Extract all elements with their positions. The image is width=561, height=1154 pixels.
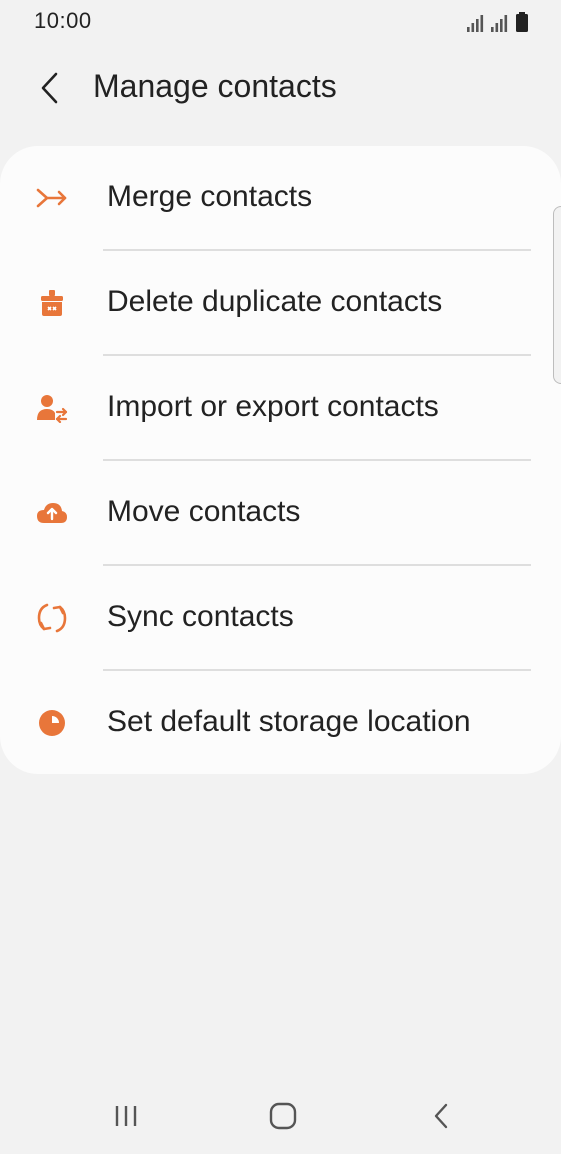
nav-back-button[interactable] (411, 1094, 471, 1138)
menu-item-label: Set default storage location (107, 705, 471, 738)
back-arrow-icon (41, 72, 58, 104)
navigation-bar (0, 1080, 561, 1154)
app-header: Manage contacts (0, 54, 561, 122)
signal-icon (491, 15, 508, 32)
menu-item-set-default-storage-location[interactable]: Set default storage location (0, 671, 561, 776)
battery-icon (516, 12, 528, 32)
delete-duplicates-icon (34, 287, 70, 319)
recents-button[interactable] (96, 1094, 156, 1138)
sync-icon (34, 602, 70, 634)
status-time: 10:00 (34, 8, 92, 33)
cloud-upload-icon (34, 497, 70, 529)
menu-item-label: Merge contacts (107, 180, 313, 213)
status-icons (467, 10, 529, 32)
menu-item-label: Import or export contacts (107, 390, 439, 423)
menu-item-sync-contacts[interactable]: Sync contacts (0, 566, 561, 671)
home-icon (269, 1102, 297, 1130)
scrollbar[interactable] (553, 206, 561, 384)
import-export-icon (34, 392, 70, 424)
menu-item-label: Delete duplicate contacts (107, 285, 443, 318)
menu-item-merge-contacts[interactable]: Merge contacts (0, 146, 561, 251)
merge-icon (34, 182, 70, 214)
menu-item-import-export-contacts[interactable]: Import or export contacts (0, 356, 561, 461)
menu-item-label: Move contacts (107, 495, 301, 528)
storage-pie-icon (34, 707, 70, 739)
back-button[interactable] (28, 66, 72, 110)
status-bar: 10:00 (0, 0, 561, 42)
menu-item-move-contacts[interactable]: Move contacts (0, 461, 561, 566)
page-title: Manage contacts (93, 68, 337, 104)
home-button[interactable] (253, 1094, 313, 1138)
back-icon (434, 1103, 448, 1129)
menu-item-delete-duplicate-contacts[interactable]: Delete duplicate contacts (0, 251, 561, 356)
menu-card: Merge contacts Delete duplicate contacts (0, 146, 561, 774)
menu-item-label: Sync contacts (107, 600, 294, 633)
signal-icon (467, 15, 484, 32)
recents-icon (115, 1106, 137, 1126)
